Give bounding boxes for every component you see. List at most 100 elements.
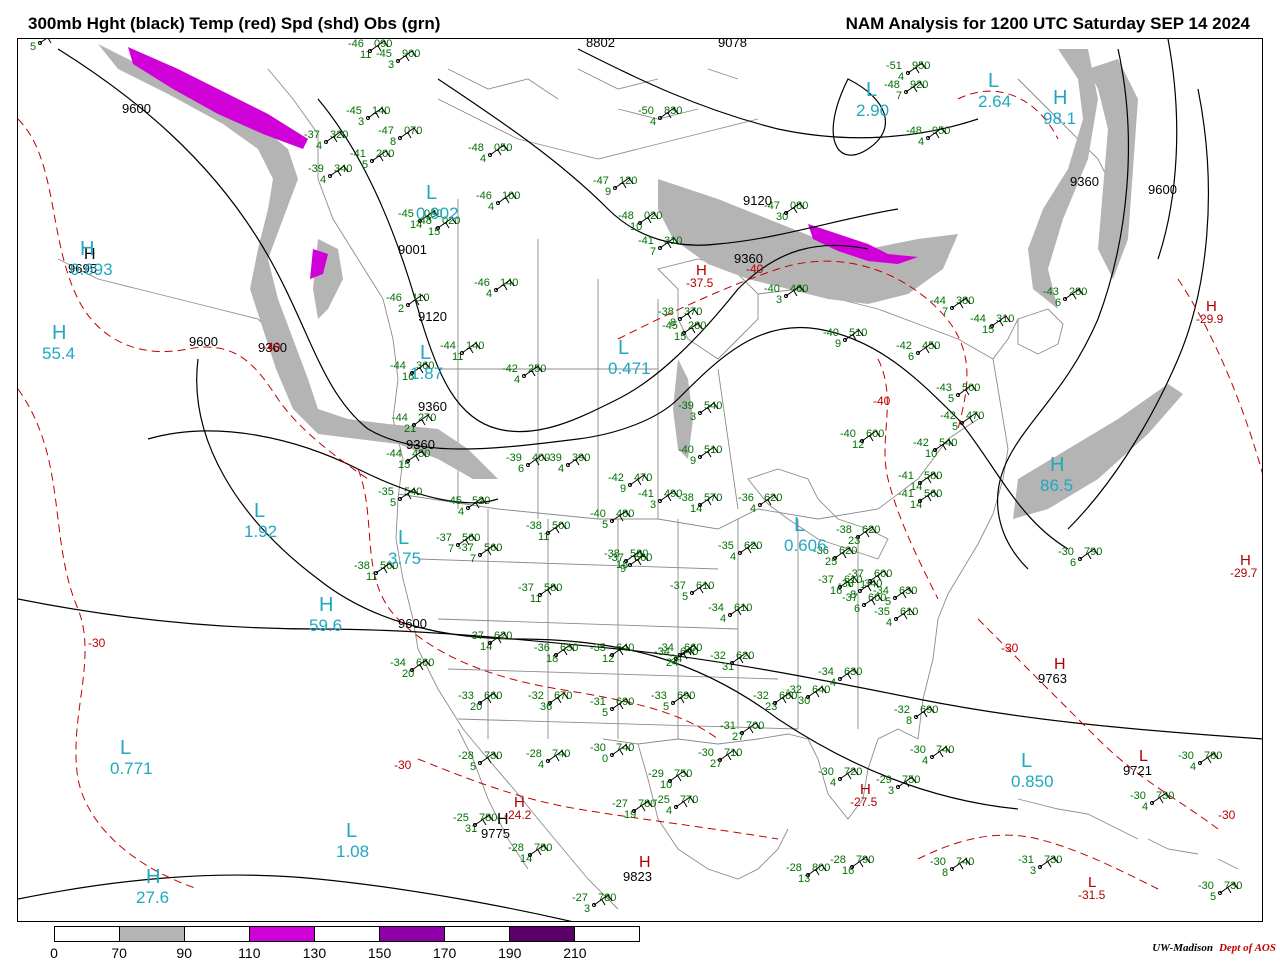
height-contour-label: 9001 xyxy=(398,242,427,257)
obs-height: 740 xyxy=(936,744,954,756)
station-obs: -31 6905 xyxy=(590,696,634,719)
obs-height: 120 xyxy=(619,175,637,187)
height-center-value: 9721 xyxy=(1123,763,1152,778)
station-obs: -39 4006 xyxy=(506,452,550,475)
obs-height: 630 xyxy=(844,666,862,678)
station-obs: -27 78019 xyxy=(612,798,656,821)
obs-height: 670 xyxy=(554,690,572,702)
station-obs: -46 1004 xyxy=(476,190,520,213)
obs-dewpoint-depression: 4 xyxy=(538,759,544,771)
legend-tick-label: 70 xyxy=(111,945,127,961)
station-obs: -38 58018 xyxy=(604,548,648,571)
speed-center-symbol: L xyxy=(398,527,409,549)
obs-height: 560 xyxy=(924,488,942,500)
obs-height: 590 xyxy=(44,39,62,42)
station-obs: -43 5005 xyxy=(936,382,980,405)
obs-dewpoint-depression: 4 xyxy=(1142,801,1148,813)
obs-height: 610 xyxy=(734,602,752,614)
obs-height: 730 xyxy=(1156,790,1174,802)
station-obs: -32 6908 xyxy=(894,704,938,727)
speed-center-value: 1.08 xyxy=(336,842,369,861)
obs-height: 640 xyxy=(812,684,830,696)
station-obs: -30 7400 xyxy=(590,742,634,765)
station-obs: -34 66020 xyxy=(390,657,434,680)
obs-dewpoint-depression: 5 xyxy=(948,393,954,405)
obs-height: 620 xyxy=(764,492,782,504)
obs-height: 580 xyxy=(924,470,942,482)
legend-tick-label: 90 xyxy=(176,945,193,961)
station-obs: -30 7404 xyxy=(910,744,954,767)
obs-height: 510 xyxy=(704,444,722,456)
obs-height: 780 xyxy=(1204,750,1222,762)
obs-height: 620 xyxy=(736,650,754,662)
obs-height: 140 xyxy=(372,105,390,117)
station-obs: -35 6104 xyxy=(874,606,918,629)
obs-dewpoint-depression: 11 xyxy=(366,571,377,583)
obs-height: 790 xyxy=(856,854,874,866)
obs-dewpoint-depression: 3 xyxy=(388,59,394,71)
speed-center-value: 0.771 xyxy=(110,759,153,778)
obs-dewpoint-depression: 4 xyxy=(918,136,924,148)
height-center-value: 9763 xyxy=(1038,671,1067,686)
legend-tick-label: 110 xyxy=(238,945,261,961)
obs-height: 610 xyxy=(696,580,714,592)
obs-height: 620 xyxy=(862,524,880,536)
arctic-islands xyxy=(447,68,739,120)
station-obs: -40 5109 xyxy=(678,444,722,467)
speed-center-symbol: L xyxy=(420,342,431,364)
obs-height: 500 xyxy=(962,382,980,394)
obs-height: 100 xyxy=(502,190,520,202)
obs-dewpoint-depression: 3 xyxy=(358,116,364,128)
obs-dewpoint-depression: 6 xyxy=(908,351,914,363)
obs-dewpoint-depression: 9 xyxy=(620,483,626,495)
obs-dewpoint-depression: 6 xyxy=(518,463,524,475)
station-obs: -28 79016 xyxy=(830,854,874,877)
height-contour-label: 9600 xyxy=(398,616,427,631)
obs-dewpoint-depression: 5 xyxy=(470,761,476,773)
speed-center-value: 1.87 xyxy=(410,364,443,383)
obs-height: 790 xyxy=(1084,546,1102,558)
height-contour-label: 9120 xyxy=(418,309,447,324)
station-obs: -30 7304 xyxy=(1130,790,1174,813)
obs-height: 390 xyxy=(572,452,590,464)
weather-map: -45 140 3 -47 070 8 -41 200 5 -39 340 4 -37 320 4 -48 05… xyxy=(17,38,1263,922)
obs-height: 250 xyxy=(528,363,546,375)
obs-dewpoint-depression: 7 xyxy=(650,246,656,258)
obs-dewpoint-depression: 11 xyxy=(360,49,371,61)
obs-dewpoint-depression: 9 xyxy=(605,186,611,198)
obs-height: 690 xyxy=(920,704,938,716)
obs-dewpoint-depression: 4 xyxy=(750,503,756,515)
height-center-value: 9823 xyxy=(623,869,652,884)
legend-tick-label: 0 xyxy=(50,945,58,961)
height-contour-label: 9360 xyxy=(406,437,435,452)
station-obs: -41 2005 xyxy=(350,148,394,171)
antilles xyxy=(1147,838,1239,870)
obs-height: 730 xyxy=(1044,854,1062,866)
obs-height: 520 xyxy=(472,495,490,507)
station-obs: -29 7503 xyxy=(876,774,920,797)
obs-height: 540 xyxy=(404,486,422,498)
speed-center-value: 0.471 xyxy=(608,359,651,378)
obs-height: 660 xyxy=(684,642,702,654)
credit-org: UW-Madison xyxy=(1152,942,1213,954)
station-obs: -47 0708 xyxy=(378,125,422,148)
obs-height: 470 xyxy=(634,472,652,484)
height-contour-label: 9120 xyxy=(743,193,772,208)
obs-height: 770 xyxy=(680,794,698,806)
west-coast xyxy=(267,68,619,910)
station-obs: -32 68023 xyxy=(753,690,797,713)
obs-height: 620 xyxy=(839,545,857,557)
obs-height: 740 xyxy=(552,748,570,760)
obs-dewpoint-depression: 11 xyxy=(530,593,541,605)
map-canvas: -45 1403-47 0708-41 2005-39 3404-37 3204 -48 05… xyxy=(18,39,1262,921)
temp-contour xyxy=(18,388,199,890)
speed-center-value: 1.92 xyxy=(244,522,277,541)
obs-dewpoint-depression: 11 xyxy=(538,531,549,543)
legend-swatch xyxy=(55,927,120,941)
obs-height: 780 xyxy=(598,892,616,904)
station-obs: -40 4805 xyxy=(590,508,634,531)
height-contour-label: 8802 xyxy=(586,39,615,50)
obs-dewpoint-depression: 0 xyxy=(602,753,608,765)
station-obs: -31 70027 xyxy=(720,720,764,743)
obs-dewpoint-depression: 4 xyxy=(486,288,492,300)
